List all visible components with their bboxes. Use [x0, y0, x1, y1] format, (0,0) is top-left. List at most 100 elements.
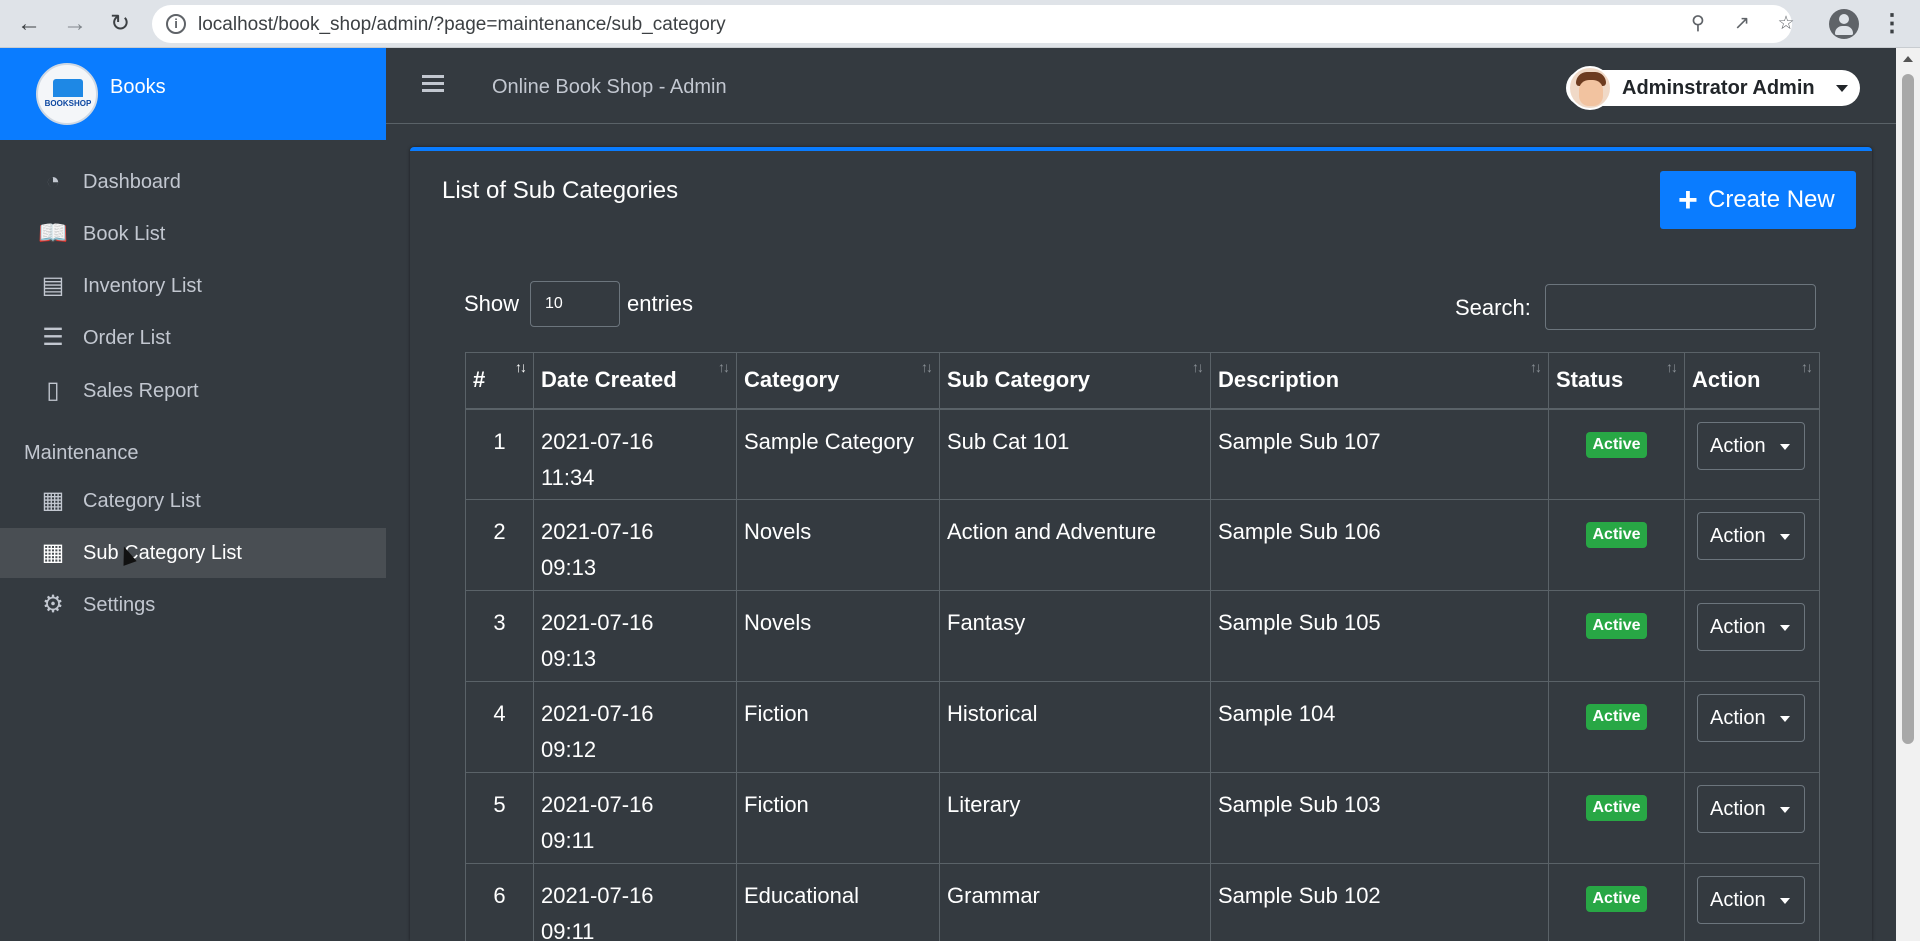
category-cell: Novels: [736, 499, 940, 591]
description-cell: Sample Sub 107: [1210, 408, 1549, 500]
action-cell: Action: [1684, 863, 1820, 941]
caret-down-icon: [1780, 534, 1790, 540]
zoom-icon[interactable]: ⚲: [1686, 13, 1710, 35]
table-row: 4 2021-07-16 09:12 Fiction Historical Sam…: [465, 681, 1820, 773]
action-cell: Action: [1684, 408, 1820, 500]
category-cell: Sample Category: [736, 408, 940, 500]
sub-category-cell: Fantasy: [939, 590, 1211, 682]
category-cell: Fiction: [736, 681, 940, 773]
caret-down-icon: [1780, 625, 1790, 631]
bookshop-logo: BOOKSHOP: [36, 63, 98, 125]
status-badge: Active: [1586, 431, 1647, 458]
sub-category-card: List of Sub Categories + Create New Show…: [410, 147, 1872, 941]
sub-category-cell: Historical: [939, 681, 1211, 773]
maintenance-header: Maintenance: [24, 442, 139, 464]
table-icon: ▦: [41, 539, 65, 566]
sidebar-item-inventory-list[interactable]: ▤ Inventory List: [0, 261, 386, 311]
status-badge: Active: [1586, 704, 1647, 730]
table-icon: ▦: [41, 487, 65, 514]
sort-icon: ↑↓: [515, 359, 527, 375]
star-icon[interactable]: ☆: [1774, 13, 1798, 35]
sidebar-item-book-list[interactable]: 📖 Book List: [0, 209, 386, 259]
sidebar-item-category-list[interactable]: ▦ Category List: [0, 476, 386, 526]
table-row: 1 2021-07-16 11:34 Sample Category Sub Ca…: [465, 408, 1820, 500]
sub-category-table: # ↑↓ Date Created ↑↓ Category ↑↓ Sub Catego…: [465, 352, 1820, 941]
status-cell: Active: [1548, 772, 1685, 864]
create-new-button[interactable]: + Create New: [1660, 171, 1856, 229]
brand-link[interactable]: BOOKSHOP Books: [0, 48, 386, 140]
action-dropdown-button[interactable]: Action: [1697, 421, 1805, 470]
status-badge: Active: [1586, 522, 1647, 548]
table-row: 6 2021-07-16 09:11 Educational Grammar Sa…: [465, 863, 1820, 941]
dashboard-icon: ◔: [45, 168, 61, 195]
table-row: 5 2021-07-16 09:11 Fiction Literary Sampl…: [465, 772, 1820, 864]
scroll-thumb[interactable]: [1902, 74, 1914, 744]
description-cell: Sample Sub 102: [1210, 863, 1549, 941]
sidebar-item-settings[interactable]: ⚙ Settings: [0, 580, 386, 630]
site-info-icon[interactable]: i: [166, 14, 186, 34]
forward-icon[interactable]: →: [60, 9, 90, 39]
table-row: 2 2021-07-16 09:13 Novels Action and Adve…: [465, 499, 1820, 591]
action-cell: Action: [1684, 590, 1820, 682]
avatar: [1568, 66, 1612, 110]
status-cell: Active: [1548, 590, 1685, 682]
share-icon[interactable]: ↗: [1730, 13, 1754, 35]
sidebar-item-sub-category-list[interactable]: ▦ Sub Category List: [0, 528, 386, 578]
row-number: 1: [465, 408, 534, 500]
column-header-action[interactable]: Action ↑↓: [1684, 352, 1820, 410]
date-created-cell: 2021-07-16 09:13: [533, 590, 737, 682]
scroll-up-icon[interactable]: [1903, 56, 1913, 62]
search-input[interactable]: [1545, 284, 1816, 330]
column-header-status[interactable]: Status ↑↓: [1548, 352, 1685, 410]
column-header-sub-category[interactable]: Sub Category ↑↓: [939, 352, 1211, 410]
site-title: Online Book Shop - Admin: [492, 76, 727, 98]
sub-category-cell: Sub Cat 101: [939, 408, 1211, 500]
date-created-cell: 2021-07-16 09:11: [533, 772, 737, 864]
category-cell: Novels: [736, 590, 940, 682]
page-scrollbar[interactable]: [1896, 48, 1920, 941]
kebab-icon[interactable]: ⋮: [1880, 9, 1904, 39]
description-cell: Sample 104: [1210, 681, 1549, 773]
hamburger-icon[interactable]: [422, 75, 444, 93]
sidebar: BOOKSHOP Books ◔ Dashboard 📖 Book List ▤…: [0, 48, 386, 941]
url-text[interactable]: localhost/book_shop/admin/?page=maintena…: [198, 14, 726, 36]
browser-toolbar: ← → ↻ i localhost/book_shop/admin/?page=…: [0, 0, 1920, 48]
clipboard-icon: ▤: [41, 272, 65, 299]
column-header-date-created[interactable]: Date Created ↑↓: [533, 352, 737, 410]
page-length-select[interactable]: 10: [530, 281, 620, 327]
back-icon[interactable]: ←: [14, 9, 44, 39]
action-cell: Action: [1684, 499, 1820, 591]
caret-down-icon: [1780, 898, 1790, 904]
row-number: 6: [465, 863, 534, 941]
status-cell: Active: [1548, 408, 1685, 500]
sub-category-cell: Action and Adventure: [939, 499, 1211, 591]
reload-icon[interactable]: ↻: [105, 9, 135, 39]
action-dropdown-button[interactable]: Action: [1697, 512, 1805, 560]
user-menu-button[interactable]: Adminstrator Admin: [1566, 66, 1860, 110]
action-dropdown-button[interactable]: Action: [1697, 694, 1805, 742]
column-header-category[interactable]: Category ↑↓: [736, 352, 940, 410]
list-icon: ☰: [42, 324, 64, 351]
description-cell: Sample Sub 103: [1210, 772, 1549, 864]
plus-icon: +: [1678, 181, 1698, 219]
action-dropdown-button[interactable]: Action: [1697, 876, 1805, 924]
address-bar[interactable]: i localhost/book_shop/admin/?page=mainte…: [152, 5, 1795, 43]
action-dropdown-button[interactable]: Action: [1697, 785, 1805, 833]
file-icon: ▯: [46, 377, 60, 404]
category-cell: Fiction: [736, 772, 940, 864]
sub-category-cell: Literary: [939, 772, 1211, 864]
column-header-description[interactable]: Description ↑↓: [1210, 352, 1549, 410]
card-title: List of Sub Categories: [442, 177, 679, 204]
category-cell: Educational: [736, 863, 940, 941]
action-dropdown-button[interactable]: Action: [1697, 603, 1805, 651]
sidebar-item-sales-report[interactable]: ▯ Sales Report: [0, 366, 386, 416]
caret-down-icon: [1836, 85, 1848, 92]
caret-down-icon: [1780, 716, 1790, 722]
sidebar-item-order-list[interactable]: ☰ Order List: [0, 313, 386, 363]
profile-icon[interactable]: [1829, 9, 1859, 39]
date-created-cell: 2021-07-16 09:13: [533, 499, 737, 591]
sidebar-item-dashboard[interactable]: ◔ Dashboard: [0, 157, 386, 207]
user-name: Adminstrator Admin: [1622, 77, 1815, 99]
row-number: 2: [465, 499, 534, 591]
column-header-number[interactable]: # ↑↓: [465, 352, 534, 410]
